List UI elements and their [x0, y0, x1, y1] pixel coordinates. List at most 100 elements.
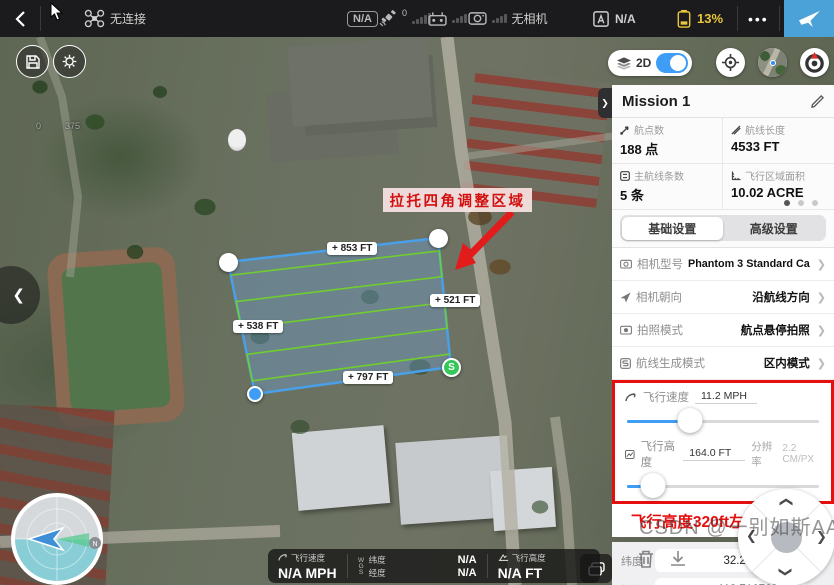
flight-mode-badge: N/A [347, 0, 378, 37]
telemetry-bar: 飞行速度 N/A MPH WGS 纬度N/A 经度N/A 飞行高度 N/A FT [268, 549, 600, 583]
compass-icon [803, 51, 826, 74]
stat-waypoints: 航点数 188 点 [612, 118, 723, 164]
checklist-icon [592, 10, 610, 28]
area-ruler-icon [731, 171, 741, 181]
tutorial-arrow [455, 212, 512, 270]
camera-model-icon [620, 259, 632, 269]
back-button[interactable] [0, 0, 40, 37]
map-mode-pill[interactable]: 2D [608, 50, 692, 76]
speed-value-field[interactable]: 11.2 MPH [695, 390, 757, 404]
altitude-glyph-icon [498, 553, 509, 562]
download-mission-icon[interactable] [669, 549, 687, 569]
save-icon [25, 54, 41, 70]
route-start-marker[interactable]: S [442, 358, 461, 377]
attitude-indicator: N [11, 493, 103, 585]
distance-label-left: + 538 FT [233, 320, 283, 333]
aircraft-status: 无连接 [84, 0, 146, 37]
more-menu-button[interactable]: ••• [748, 0, 769, 37]
delete-mission-icon[interactable] [637, 549, 655, 569]
camera-status-label: 无相机 [512, 10, 548, 27]
longitude-label: 经度 [621, 582, 655, 585]
distance-label-top: + 853 FT [327, 242, 377, 255]
battery-icon [676, 9, 692, 28]
layers-icon [617, 57, 631, 70]
row-camera-heading[interactable]: 相机朝向 沿航线方向 ❯ [612, 281, 834, 314]
connection-status-label: 无连接 [110, 10, 146, 27]
row-camera-model[interactable]: 相机型号 Phantom 3 Standard Camera ❯ [612, 248, 834, 281]
nudge-up-icon[interactable]: ❯ [777, 497, 793, 508]
altitude-slider-thumb[interactable] [641, 473, 666, 498]
mission-header: Mission 1 [612, 85, 834, 118]
speed-icon [625, 392, 637, 403]
speed-slider-row: 飞行速度 11.2 MPH [615, 383, 831, 436]
tab-basic-settings[interactable]: 基础设置 [622, 217, 724, 240]
telemetry-altitude: 飞行高度 N/A FT [488, 549, 556, 583]
back-chevron-icon [15, 10, 26, 28]
chevron-left-icon: ❮ [12, 286, 25, 304]
telemetry-gps: WGS 纬度N/A 经度N/A [348, 549, 487, 583]
battery-status[interactable]: 13% [676, 0, 723, 37]
crosshair-icon [721, 53, 740, 72]
mission-stats: 航点数 188 点 航线长度 4533 FT 主航线条数 5 条 飞行区域面积 … [612, 118, 834, 210]
speed-slider-thumb[interactable] [677, 408, 702, 433]
compass-n-label: N [92, 541, 97, 548]
heading-icon [620, 292, 631, 303]
main-lines-icon [620, 171, 630, 181]
stats-pagination-dots[interactable] [784, 200, 818, 206]
polygon-corner-handle-top-right[interactable] [429, 229, 448, 248]
chevron-right-icon: ❯ [817, 357, 826, 370]
airplane-icon [798, 8, 821, 29]
altitude-icon [625, 449, 635, 460]
ellipsis-icon: ••• [748, 11, 769, 27]
route-length-icon [731, 125, 741, 135]
gps-status: 0 [379, 0, 431, 37]
chevron-right-icon: ❯ [817, 291, 826, 304]
stat-main-lines: 主航线条数 5 条 [612, 164, 723, 210]
waypoint-icon [620, 125, 630, 135]
route-mode-icon [620, 358, 631, 369]
map-scale: 0375 [36, 121, 80, 131]
battery-percent: 13% [697, 11, 723, 26]
locate-me-button[interactable] [716, 48, 745, 77]
rc-signal-bars [452, 14, 467, 23]
top-status-bar: 无连接 N/A 0 无相 [0, 0, 834, 37]
satellite-count: 0 [402, 8, 407, 18]
stat-route-length: 航线长度 4533 FT [723, 118, 834, 164]
altitude-value-field[interactable]: 164.0 FT [683, 447, 745, 461]
watermark: CSDN @一别如斯AA [639, 511, 834, 540]
chevron-right-icon: ❯ [817, 324, 826, 337]
app-root: S + 853 FT + 521 FT + 538 FT + 797 FT 拉托… [0, 0, 834, 585]
nudge-down-icon[interactable]: ❯ [777, 567, 793, 578]
distance-label-bottom: + 797 FT [343, 371, 393, 384]
camera-signal-status: 无相机 [468, 0, 548, 37]
polygon-corner-handle-bottom-left[interactable] [247, 386, 263, 402]
polygon-corner-handle-top-left[interactable] [219, 253, 238, 272]
tab-advanced-settings[interactable]: 高级设置 [723, 217, 825, 240]
distance-label-right: + 521 FT [430, 294, 480, 307]
rc-status [428, 0, 467, 37]
panel-expand-tab[interactable]: ❯ [598, 88, 612, 118]
compass-button[interactable] [800, 48, 829, 77]
row-photo-mode[interactable]: 拍照模式 航点悬停拍照 ❯ [612, 314, 834, 347]
telemetry-speed: 飞行速度 N/A MPH [268, 549, 347, 583]
mouse-cursor [50, 2, 63, 21]
tutorial-annotation: 拉托四角调整区域 [383, 188, 532, 212]
minimap-button[interactable] [758, 48, 787, 77]
gear-icon [61, 53, 78, 70]
edit-pencil-icon[interactable] [811, 95, 824, 108]
mission-title: Mission 1 [622, 93, 690, 110]
drone-icon [84, 9, 105, 28]
remote-controller-icon [428, 11, 447, 26]
save-mission-button[interactable] [16, 45, 49, 78]
chevron-right-icon: ❯ [601, 98, 609, 109]
row-route-mode[interactable]: 航线生成模式 区内模式 ❯ [612, 347, 834, 380]
map-2d-toggle[interactable] [656, 53, 688, 73]
highlighted-sliders-box: 飞行速度 11.2 MPH 飞行高度 164.0 FT 分辨率 2.2 CM/P… [612, 380, 834, 504]
map-settings-button[interactable] [53, 45, 86, 78]
fly-button[interactable] [784, 0, 834, 37]
speed-slider[interactable] [625, 408, 821, 434]
checklist-status[interactable]: N/A [592, 0, 636, 37]
chevron-right-icon: ❯ [817, 258, 826, 271]
camera-icon [468, 11, 487, 26]
settings-tabs: 基础设置 高级设置 [612, 210, 834, 248]
